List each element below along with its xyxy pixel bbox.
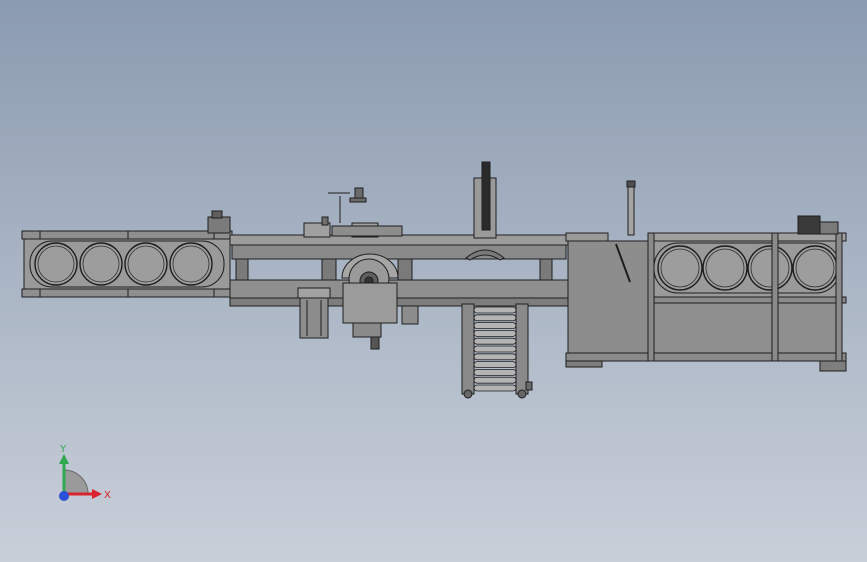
material-roll xyxy=(747,245,793,291)
conveyor-roller xyxy=(473,384,517,392)
conveyor-roller xyxy=(473,361,517,369)
right-upright xyxy=(771,232,779,362)
material-roll xyxy=(657,245,703,291)
clamp-bar xyxy=(331,225,403,237)
saw-gearbox xyxy=(342,282,398,324)
material-roll xyxy=(34,242,78,286)
material-roll xyxy=(792,245,838,291)
x-axis-label: X xyxy=(104,490,111,501)
left-drive-motor xyxy=(207,216,231,234)
right-foot xyxy=(819,360,847,372)
right-foot xyxy=(565,360,603,368)
material-roll xyxy=(169,242,213,286)
caster-bracket xyxy=(525,381,533,391)
machine-drawing: Y X xyxy=(21,161,847,501)
conveyor-roller xyxy=(473,376,517,384)
y-axis-arrow-head xyxy=(59,454,69,464)
column-screw xyxy=(481,161,491,231)
x-axis-arrow-head xyxy=(92,489,102,499)
gantry-handle xyxy=(354,187,364,199)
right-upright xyxy=(647,232,655,362)
left-conveyor[interactable] xyxy=(21,210,233,298)
y-axis-label: Y xyxy=(59,444,67,455)
center-post xyxy=(397,258,413,282)
conveyor-roller xyxy=(473,322,517,330)
clamp-pin xyxy=(321,216,329,226)
right-station[interactable] xyxy=(565,180,847,372)
right-conveyor-bottom-rail xyxy=(649,296,847,304)
slide-unit xyxy=(299,297,329,339)
roller-conveyor-left-rail xyxy=(461,303,475,395)
conveyor-roller xyxy=(473,353,517,361)
center-lower-beam xyxy=(229,279,569,299)
caster-wheel xyxy=(517,389,527,399)
conveyor-roller xyxy=(473,306,517,314)
slide-unit-top xyxy=(297,287,331,299)
center-post xyxy=(539,258,553,282)
coordinate-triad: Y X xyxy=(59,444,111,501)
right-guide-rod-cap xyxy=(626,180,636,188)
center-post xyxy=(235,258,249,282)
right-base-rail xyxy=(565,352,847,362)
right-drive-motor xyxy=(797,215,821,235)
right-lower-frame xyxy=(651,302,841,354)
material-roll xyxy=(79,242,123,286)
right-guide-rod xyxy=(627,182,635,236)
caster-wheel xyxy=(463,389,473,399)
side-cylinder xyxy=(401,305,419,325)
conveyor-roller xyxy=(473,337,517,345)
conveyor-roller xyxy=(473,329,517,337)
cad-viewport[interactable]: Y X xyxy=(0,0,867,562)
gantry-handle-base xyxy=(349,197,367,203)
right-cabinet xyxy=(567,240,651,354)
material-roll xyxy=(702,245,748,291)
roller-conveyor-right-rail xyxy=(515,303,529,395)
saw-motor-shaft xyxy=(370,336,380,350)
right-upright xyxy=(835,232,843,362)
z-axis-dot xyxy=(59,491,69,501)
material-roll xyxy=(124,242,168,286)
triad-plane-shade xyxy=(63,469,89,495)
conveyor-roller xyxy=(473,314,517,322)
center-post xyxy=(321,258,337,282)
conveyor-roller xyxy=(473,345,517,353)
left-drive-motor-cap xyxy=(211,210,223,219)
saw-motor xyxy=(352,322,382,338)
left-conveyor-bottom-rail xyxy=(21,288,233,298)
right-entry-plate xyxy=(565,232,609,242)
right-drive-gearbox xyxy=(819,221,839,235)
roller-conveyor[interactable] xyxy=(461,303,533,399)
conveyor-roller xyxy=(473,368,517,376)
roller-conveyor-rollers xyxy=(473,306,517,392)
center-upper-beam xyxy=(231,244,567,260)
left-conveyor-top-rail xyxy=(21,230,233,240)
